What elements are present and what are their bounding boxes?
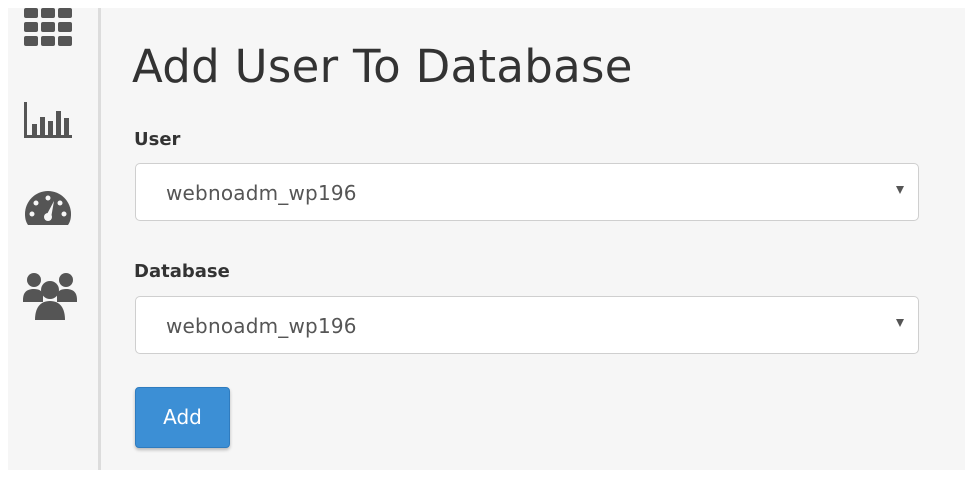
gauge-icon[interactable] xyxy=(22,188,74,232)
grid-icon[interactable] xyxy=(22,8,74,52)
dropdown-arrow-icon xyxy=(896,186,904,194)
page-container: Add User To Database User webnoadm_wp196… xyxy=(8,8,965,470)
dropdown-arrow-icon xyxy=(896,319,904,327)
main-content: Add User To Database User webnoadm_wp196… xyxy=(126,8,926,470)
add-button[interactable]: Add xyxy=(135,387,230,448)
bar-chart-icon[interactable] xyxy=(22,100,74,144)
database-select[interactable]: webnoadm_wp196 xyxy=(135,296,919,354)
database-select-value: webnoadm_wp196 xyxy=(166,314,357,338)
sidebar xyxy=(8,8,101,470)
page-title: Add User To Database xyxy=(132,40,633,93)
database-label: Database xyxy=(134,261,230,282)
user-label: User xyxy=(134,129,181,150)
user-select[interactable]: webnoadm_wp196 xyxy=(135,163,919,221)
users-icon[interactable] xyxy=(22,268,78,328)
user-select-value: webnoadm_wp196 xyxy=(166,181,357,205)
